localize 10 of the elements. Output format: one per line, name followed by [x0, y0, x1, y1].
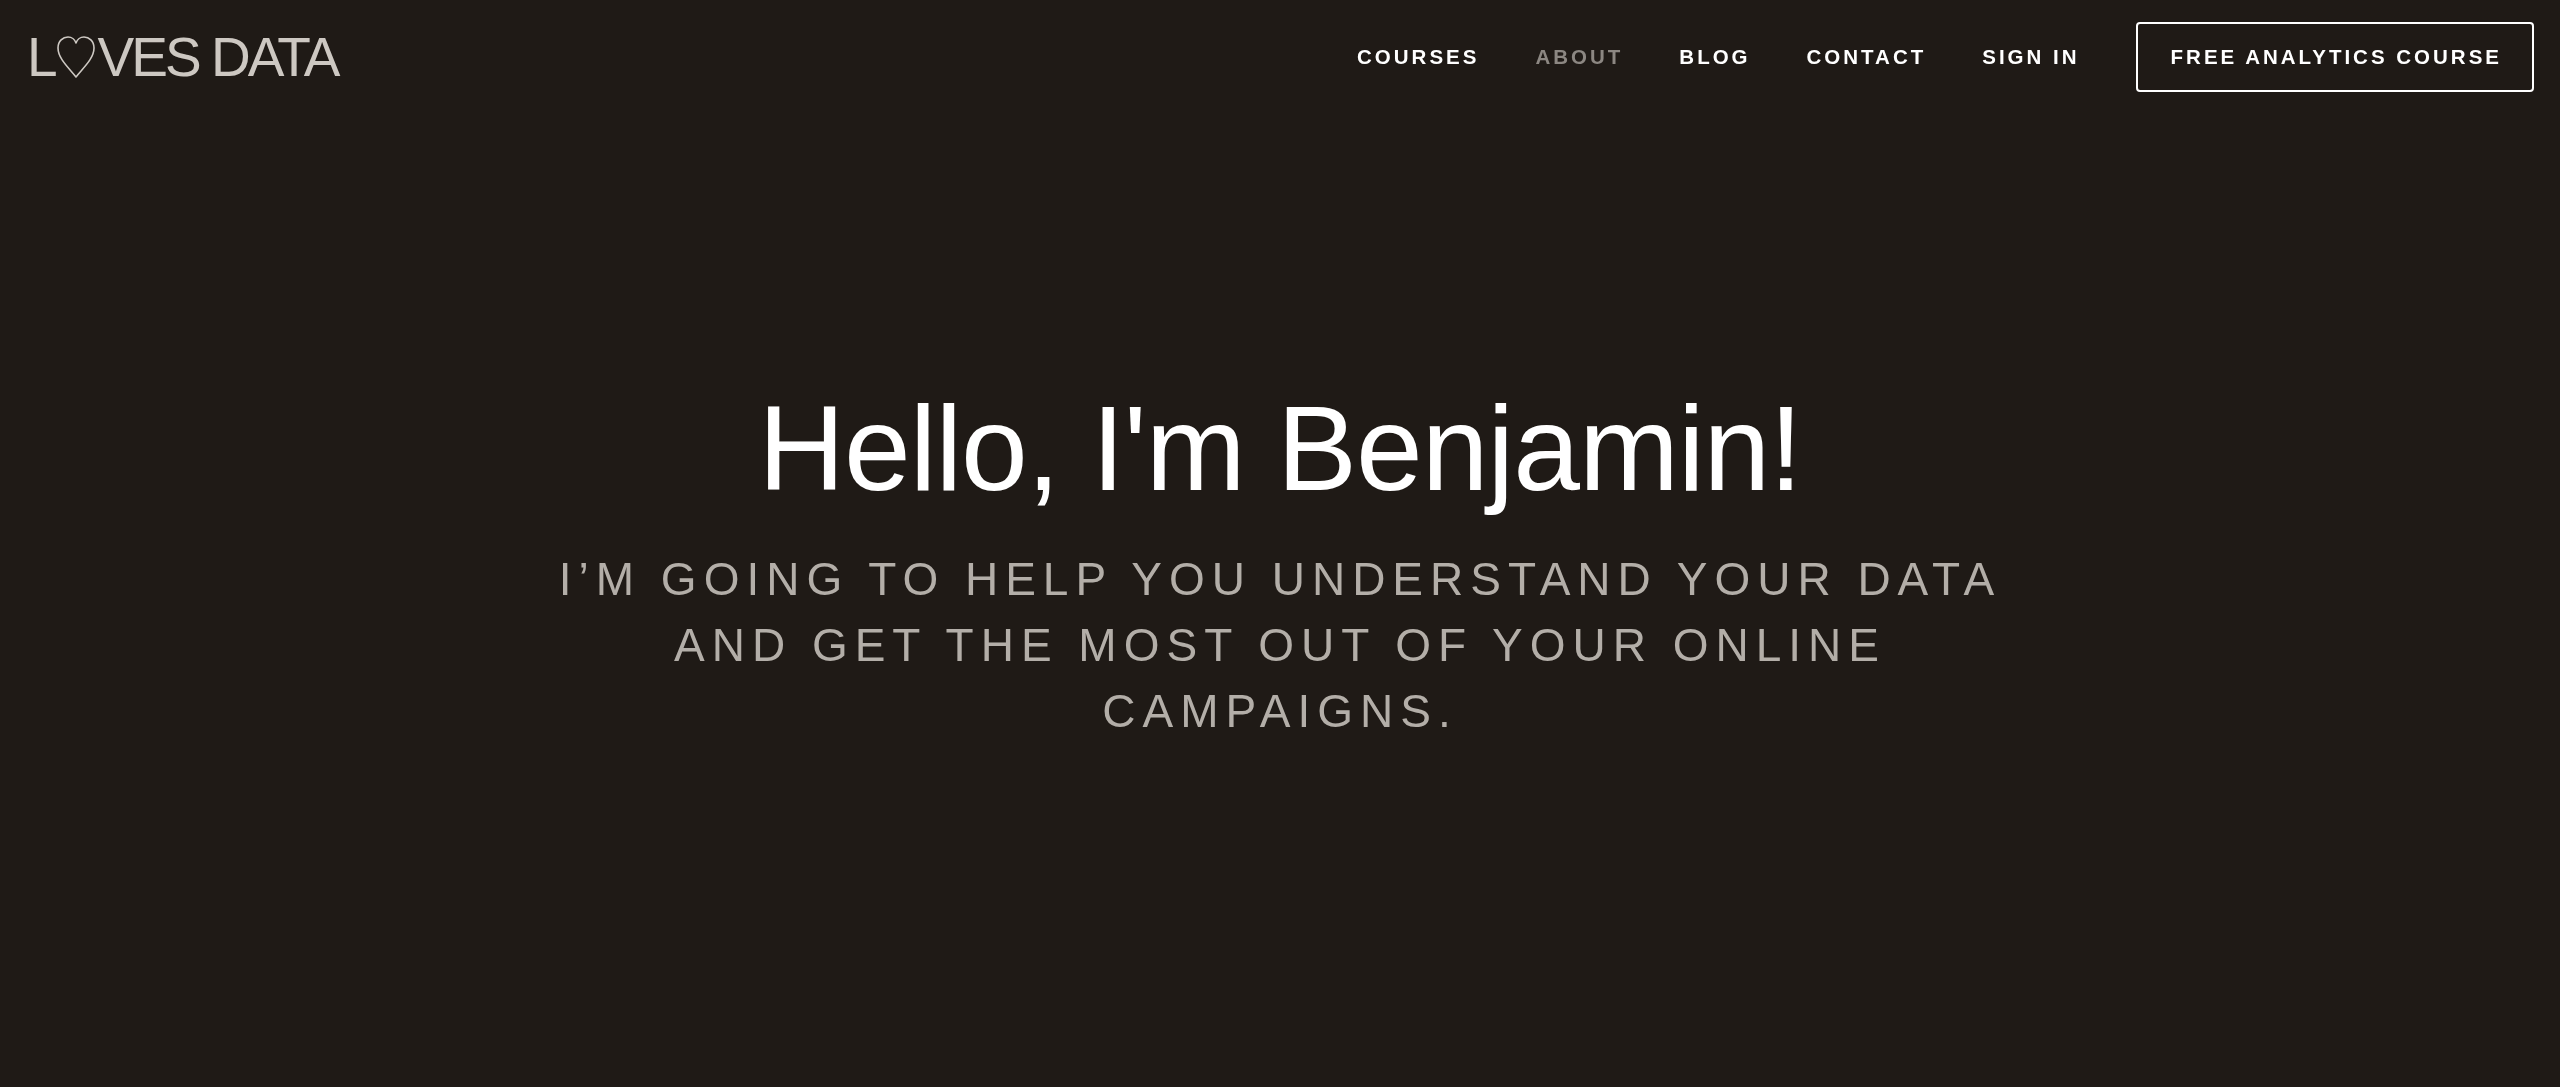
nav-link[interactable]: ABOUT [1535, 45, 1624, 69]
logo-link[interactable]: L VES DATA [27, 29, 338, 85]
hero-title: Hello, I'm Benjamin! [758, 380, 1802, 517]
heart-icon [55, 35, 96, 79]
nav-link[interactable]: COURSES [1357, 45, 1480, 69]
nav-link[interactable]: SIGN IN [1982, 45, 2080, 69]
nav-link[interactable]: CONTACT [1806, 45, 1927, 69]
nav-link[interactable]: BLOG [1679, 45, 1751, 69]
hero-subtitle: I’M GOING TO HELP YOU UNDERSTAND YOUR DATA AND GET THE MOST OUT OF YOUR ONLINE CAMPAIGNS. [557, 552, 2003, 739]
free-course-button[interactable]: FREE ANALYTICS COURSE [2135, 22, 2534, 92]
